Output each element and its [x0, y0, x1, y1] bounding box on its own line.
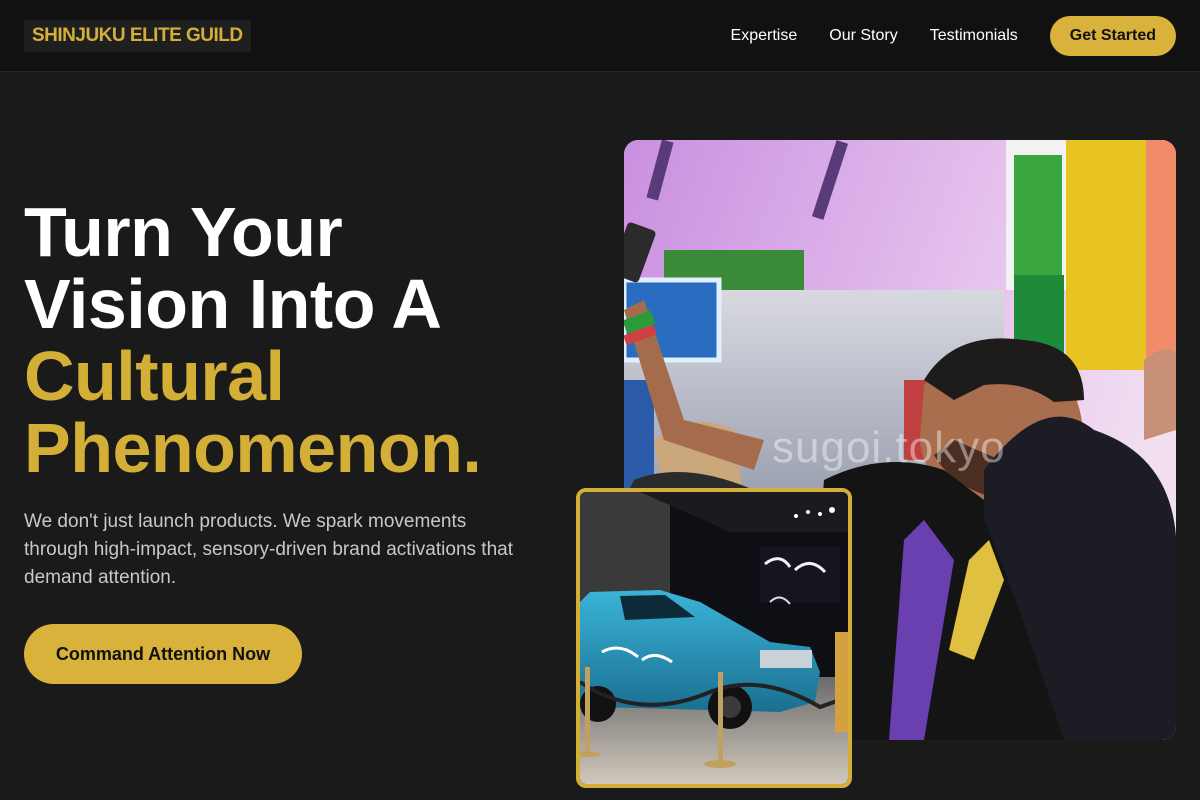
nav-link-our-story[interactable]: Our Story: [829, 27, 897, 45]
nav-link-expertise[interactable]: Expertise: [731, 27, 798, 45]
hero-subtitle: We don't just launch products. We spark …: [24, 511, 513, 588]
hero-title-highlight: Phenomenon.: [24, 409, 482, 487]
hero-title: Turn Your Vision Into A Cultural Phenome…: [24, 193, 482, 487]
nav-links: Expertise Our Story Testimonials Get Sta…: [731, 15, 1176, 56]
get-started-button[interactable]: Get Started: [1049, 15, 1176, 56]
command-attention-button[interactable]: Command Attention Now: [24, 624, 302, 684]
nav-link-testimonials[interactable]: Testimonials: [930, 27, 1018, 45]
hero-title-highlight: Cultural: [24, 337, 285, 415]
car-display-illustration: [580, 492, 848, 784]
brand-logo[interactable]: SHINJUKU ELITE GUILD: [24, 19, 251, 52]
hero-title-line: Turn Your: [24, 193, 343, 271]
photo-watermark: sugoi.tokyo: [772, 423, 1006, 472]
hero-photo-car-event: [576, 488, 852, 788]
top-navbar: SHINJUKU ELITE GUILD Expertise Our Story…: [0, 0, 1200, 72]
hero-title-line: Vision Into A: [24, 265, 442, 343]
